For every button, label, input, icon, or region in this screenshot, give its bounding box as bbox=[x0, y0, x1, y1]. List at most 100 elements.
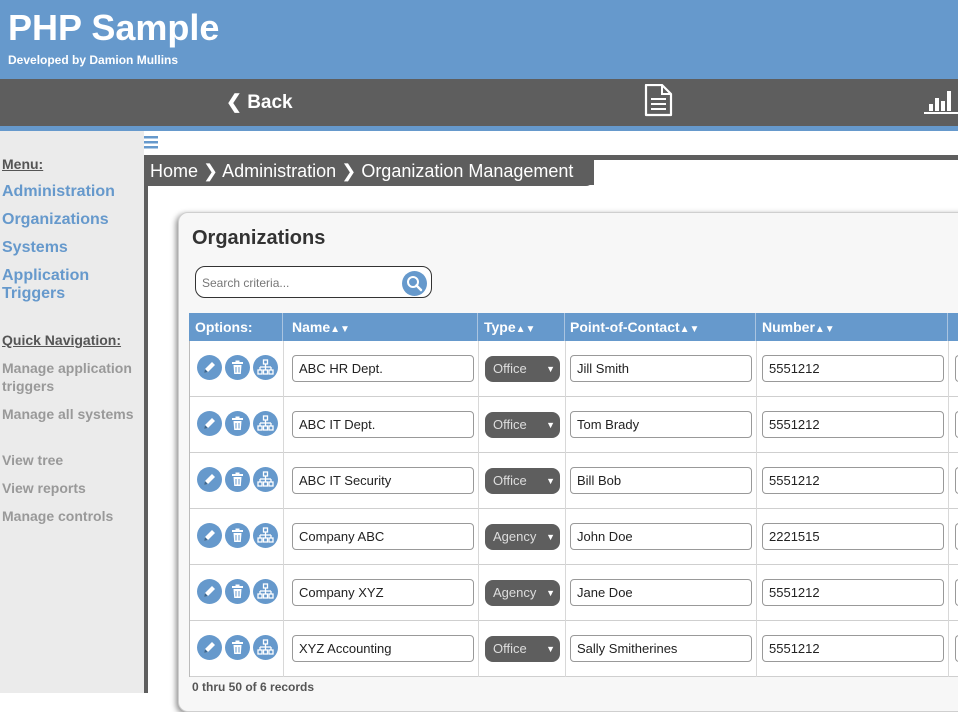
name-field[interactable] bbox=[292, 411, 474, 438]
table-row: Office ▼ bbox=[190, 621, 958, 677]
edit-button[interactable] bbox=[197, 579, 222, 604]
number-field[interactable] bbox=[762, 467, 944, 494]
number-field[interactable] bbox=[762, 579, 944, 606]
cell-divider bbox=[948, 453, 949, 509]
search-button[interactable] bbox=[402, 271, 427, 296]
search-icon bbox=[407, 276, 423, 292]
column-header-number-label: Number bbox=[762, 319, 815, 335]
cell-divider bbox=[565, 397, 566, 453]
back-button[interactable]: ❮ Back bbox=[226, 91, 293, 114]
type-select[interactable]: Office ▼ bbox=[485, 412, 560, 438]
column-header-number[interactable]: Number▲▼ bbox=[762, 319, 835, 335]
table-header: Options: Name▲▼ Type▲▼ Point-of-Contact▲… bbox=[189, 313, 958, 341]
hierarchy-icon bbox=[257, 415, 274, 431]
cell-divider bbox=[756, 509, 757, 565]
quick-link-manage-all-systems[interactable]: Manage all systems bbox=[2, 405, 142, 423]
sidebar-item-administration[interactable]: Administration bbox=[2, 183, 142, 201]
type-select-value: Office bbox=[493, 641, 527, 656]
table-row: Office ▼ bbox=[190, 341, 958, 397]
delete-button[interactable] bbox=[225, 523, 250, 548]
name-field[interactable] bbox=[292, 467, 474, 494]
number-field[interactable] bbox=[762, 523, 944, 550]
quick-link-manage-application-triggers[interactable]: Manage application triggers bbox=[2, 359, 142, 395]
column-header-type[interactable]: Type▲▼ bbox=[484, 319, 535, 335]
delete-button[interactable] bbox=[225, 635, 250, 660]
number-field[interactable] bbox=[762, 635, 944, 662]
number-field[interactable] bbox=[762, 355, 944, 382]
type-select[interactable]: Agency ▼ bbox=[485, 580, 560, 606]
type-select[interactable]: Office ▼ bbox=[485, 468, 560, 494]
column-divider bbox=[282, 313, 283, 341]
view-hierarchy-button[interactable] bbox=[253, 579, 278, 604]
caret-down-icon: ▼ bbox=[546, 644, 555, 654]
sidebar-item-organizations[interactable]: Organizations bbox=[2, 211, 142, 229]
sort-arrows-icon[interactable]: ▲▼ bbox=[815, 324, 835, 335]
type-select[interactable]: Office ▼ bbox=[485, 636, 560, 662]
point-of-contact-field[interactable] bbox=[570, 523, 752, 550]
type-select-value: Office bbox=[493, 417, 527, 432]
sort-arrows-icon[interactable]: ▲▼ bbox=[330, 324, 350, 335]
cell-divider bbox=[565, 565, 566, 621]
cell-divider bbox=[283, 397, 284, 453]
cell-divider bbox=[283, 621, 284, 677]
edit-button[interactable] bbox=[197, 467, 222, 492]
app-title: PHP Sample bbox=[8, 7, 220, 48]
number-field[interactable] bbox=[762, 411, 944, 438]
sidebar-item-application-triggers[interactable]: Application Triggers bbox=[2, 267, 142, 303]
delete-button[interactable] bbox=[225, 467, 250, 492]
edit-button[interactable] bbox=[197, 523, 222, 548]
quick-link-view-reports[interactable]: View reports bbox=[2, 479, 142, 497]
view-hierarchy-button[interactable] bbox=[253, 467, 278, 492]
name-field[interactable] bbox=[292, 635, 474, 662]
caret-down-icon: ▼ bbox=[546, 476, 555, 486]
edit-icon bbox=[204, 530, 215, 541]
breadcrumb-current: Organization Management bbox=[361, 161, 574, 181]
cell-divider bbox=[948, 341, 949, 397]
cell-divider bbox=[478, 509, 479, 565]
delete-button[interactable] bbox=[225, 355, 250, 380]
trash-icon bbox=[232, 472, 243, 486]
edit-button[interactable] bbox=[197, 635, 222, 660]
bar-chart-icon[interactable] bbox=[924, 88, 958, 114]
breadcrumb-administration[interactable]: Administration bbox=[222, 161, 336, 181]
name-field[interactable] bbox=[292, 355, 474, 382]
column-header-point-of-contact[interactable]: Point-of-Contact▲▼ bbox=[570, 319, 699, 335]
column-header-name[interactable]: Name▲▼ bbox=[292, 319, 350, 335]
edit-icon bbox=[204, 586, 215, 597]
search-input[interactable] bbox=[200, 273, 396, 293]
edit-button[interactable] bbox=[197, 355, 222, 380]
delete-button[interactable] bbox=[225, 411, 250, 436]
caret-down-icon: ▼ bbox=[546, 532, 555, 542]
point-of-contact-field[interactable] bbox=[570, 635, 752, 662]
quick-navigation-heading: Quick Navigation: bbox=[2, 332, 122, 348]
name-field[interactable] bbox=[292, 523, 474, 550]
view-hierarchy-button[interactable] bbox=[253, 523, 278, 548]
sidebar-item-systems[interactable]: Systems bbox=[2, 239, 142, 257]
point-of-contact-field[interactable] bbox=[570, 411, 752, 438]
delete-button[interactable] bbox=[225, 579, 250, 604]
edit-icon bbox=[204, 474, 215, 485]
hierarchy-icon bbox=[257, 639, 274, 655]
view-hierarchy-button[interactable] bbox=[253, 411, 278, 436]
document-icon[interactable] bbox=[643, 84, 673, 117]
breadcrumb-separator: ❯ bbox=[203, 161, 219, 181]
quick-link-manage-controls[interactable]: Manage controls bbox=[2, 507, 142, 525]
hamburger-menu-icon[interactable] bbox=[144, 136, 158, 149]
table-row: Office ▼ bbox=[190, 397, 958, 453]
table-row: Agency ▼ bbox=[190, 509, 958, 565]
name-field[interactable] bbox=[292, 579, 474, 606]
edit-button[interactable] bbox=[197, 411, 222, 436]
type-select[interactable]: Agency ▼ bbox=[485, 524, 560, 550]
view-hierarchy-button[interactable] bbox=[253, 355, 278, 380]
view-hierarchy-button[interactable] bbox=[253, 635, 278, 660]
sort-arrows-icon[interactable]: ▲▼ bbox=[516, 324, 536, 335]
point-of-contact-field[interactable] bbox=[570, 467, 752, 494]
point-of-contact-field[interactable] bbox=[570, 355, 752, 382]
type-select[interactable]: Office ▼ bbox=[485, 356, 560, 382]
table-row: Agency ▼ bbox=[190, 565, 958, 621]
sort-arrows-icon[interactable]: ▲▼ bbox=[680, 324, 700, 335]
point-of-contact-field[interactable] bbox=[570, 579, 752, 606]
breadcrumb-home[interactable]: Home bbox=[150, 161, 198, 181]
cell-divider bbox=[948, 397, 949, 453]
quick-link-view-tree[interactable]: View tree bbox=[2, 451, 142, 469]
